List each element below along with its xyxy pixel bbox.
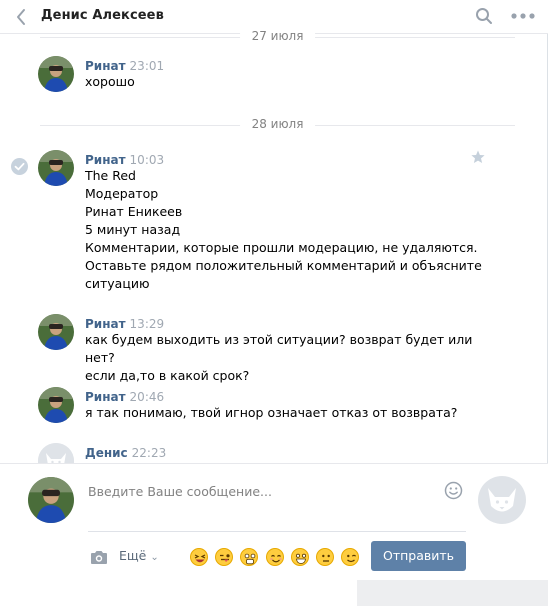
message-line: The Red — [85, 168, 136, 183]
smile-icon[interactable] — [444, 481, 463, 500]
message-time: 23:01 — [129, 59, 165, 73]
my-avatar[interactable] — [28, 477, 74, 523]
more-label: Ещё — [119, 548, 147, 563]
author-name[interactable]: Ринат — [85, 153, 126, 167]
chat-title[interactable]: Денис Алексеев — [41, 8, 164, 23]
date-separator: 27 июля — [40, 29, 515, 44]
message-header: Ринат 23:01 — [85, 56, 505, 73]
message[interactable]: Денис 22:23 — [38, 443, 508, 463]
message-body: Ринат 20:46 я так понимаю, твой игнор озн… — [85, 387, 505, 422]
more-attachments-button[interactable]: Ещё ⌄ — [119, 548, 159, 563]
emoji-neutral-icon[interactable] — [316, 548, 334, 566]
message-time: 10:03 — [129, 153, 165, 167]
emoji-grin-icon[interactable] — [291, 548, 309, 566]
message-line: Комментарии, которые прошли модерацию, н… — [85, 240, 478, 255]
message-line: если да,то в какой срок? — [85, 368, 250, 383]
input-underline — [88, 531, 466, 532]
send-button[interactable]: Отправить — [371, 541, 466, 571]
message-body: Ринат 13:29 как будем выходить из этой си… — [85, 314, 505, 385]
emoji-scream-icon[interactable] — [240, 548, 258, 566]
message-line: как будем выходить из этой ситуации? воз… — [85, 332, 473, 365]
avatar[interactable] — [38, 150, 74, 186]
chat-window: Денис Алексеев 27 июля Ринат 23:01 хорош… — [0, 0, 548, 606]
check-circle-icon[interactable] — [11, 158, 28, 175]
avatar[interactable] — [38, 314, 74, 350]
message-line: Ринат Еникеев — [85, 204, 183, 219]
chevron-left-icon[interactable] — [14, 8, 30, 26]
message-composer: Введите Ваше сообщение... Ещё ⌄ Отправит… — [0, 463, 548, 580]
emoji-blush-icon[interactable] — [266, 548, 284, 566]
camera-icon[interactable] — [90, 550, 108, 565]
message-line: Модератор — [85, 186, 159, 201]
page-background — [357, 580, 548, 606]
emoji-wink-icon[interactable] — [341, 548, 359, 566]
emoji-laughing-icon[interactable] — [190, 548, 208, 566]
message-line: Оставьте рядом положительный комментарий… — [85, 258, 482, 273]
avatar[interactable] — [38, 56, 74, 92]
message-body: Денис 22:23 — [85, 443, 505, 460]
avatar[interactable] — [38, 387, 74, 423]
message[interactable]: Ринат 13:29 как будем выходить из этой си… — [38, 314, 508, 383]
message[interactable]: Ринат 23:01 хорошо — [38, 56, 508, 92]
author-name[interactable]: Денис — [85, 446, 128, 460]
message-line: ситуацию — [85, 276, 150, 291]
date-label: 27 июля — [239, 29, 316, 43]
date-separator: 28 июля — [40, 117, 515, 132]
emoji-tongue-icon[interactable] — [215, 548, 233, 566]
message-time: 13:29 — [129, 317, 165, 331]
message-line: 5 минут назад — [85, 222, 181, 237]
date-label: 28 июля — [239, 117, 316, 131]
message-body: Ринат 10:03 The Red Модератор Ринат Енике… — [85, 150, 505, 293]
author-name[interactable]: Ринат — [85, 317, 126, 331]
author-name[interactable]: Ринат — [85, 390, 126, 404]
search-icon[interactable] — [475, 7, 493, 25]
message-header: Ринат 20:46 — [85, 387, 505, 404]
dog-avatar-icon[interactable] — [478, 476, 526, 524]
message-time: 22:23 — [131, 446, 167, 460]
message[interactable]: Ринат 20:46 я так понимаю, твой игнор озн… — [38, 387, 508, 423]
message-line: я так понимаю, твой игнор означает отказ… — [85, 405, 458, 420]
more-dots-icon[interactable] — [510, 10, 536, 22]
message-line: хорошо — [85, 74, 135, 89]
dog-avatar-icon[interactable] — [38, 443, 74, 463]
message-input[interactable]: Введите Ваше сообщение... — [88, 484, 272, 499]
message-time: 20:46 — [129, 390, 165, 404]
message-body: Ринат 23:01 хорошо — [85, 56, 505, 91]
message-header: Ринат 10:03 — [85, 150, 505, 167]
chevron-down-icon: ⌄ — [150, 552, 159, 563]
message[interactable]: Ринат 10:03 The Red Модератор Ринат Енике… — [38, 150, 508, 295]
message-header: Денис 22:23 — [85, 443, 505, 460]
author-name[interactable]: Ринат — [85, 59, 126, 73]
message-header: Ринат 13:29 — [85, 314, 505, 331]
